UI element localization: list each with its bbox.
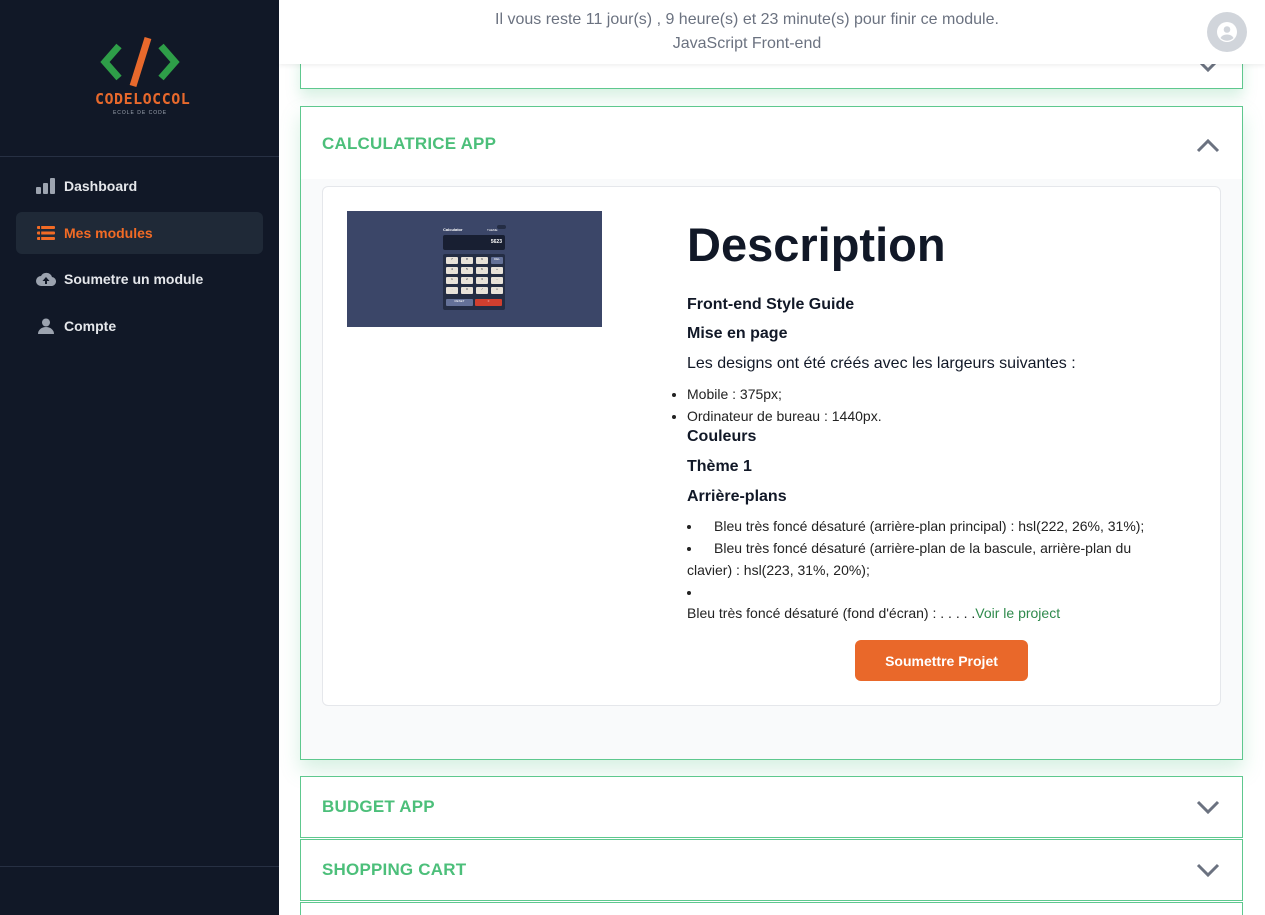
- preview-key: .: [446, 287, 458, 294]
- preview-key: 5: [461, 267, 473, 274]
- widths-list: Mobile : 375px; Ordinateur de bureau : 1…: [687, 383, 1187, 427]
- backgrounds-heading: Arrière-plans: [687, 488, 787, 505]
- accordion-title: CALCULATRICE APP: [322, 134, 497, 153]
- preview-key: -: [491, 277, 503, 284]
- submit-project-button[interactable]: Soumettre Projet: [855, 640, 1028, 681]
- sidebar: CODELOCCOL ECOLE DE CODE Dashboard Mes m…: [0, 0, 279, 915]
- accordion-header[interactable]: CALCULATRICE APP: [301, 107, 1242, 179]
- avatar[interactable]: [1207, 12, 1247, 52]
- layout-text: Les designs ont été créés avec les large…: [687, 355, 1076, 372]
- list-item: Bleu très foncé désaturé (arrière-plan d…: [323, 537, 1177, 581]
- list-item: Mobile : 375px;: [687, 383, 1187, 405]
- preview-reset-key: RESET: [446, 299, 473, 306]
- brand-name: CODELOCCOL: [95, 90, 191, 108]
- accordion-next-module[interactable]: [300, 902, 1243, 915]
- user-icon: [36, 316, 56, 336]
- sidebar-item-compte[interactable]: Compte: [16, 305, 263, 347]
- top-bar: Il vous reste 11 jour(s) , 9 heure(s) et…: [279, 0, 1265, 64]
- truncated-description: Bleu très foncé désaturé (fond d'écran) …: [687, 605, 1060, 621]
- preview-display-value: 5623: [490, 239, 502, 245]
- preview-key: 6: [476, 267, 488, 274]
- preview-key: DEL: [491, 257, 503, 264]
- see-project-link[interactable]: Voir le project: [975, 605, 1060, 621]
- preview-display: 5623: [443, 235, 505, 250]
- cloud-upload-icon: [36, 269, 56, 289]
- preview-key: 0: [461, 287, 473, 294]
- sidebar-divider: [0, 866, 279, 867]
- preview-key: 8: [461, 257, 473, 264]
- preview-keypad: 7 8 9 DEL 4 5 6 + 1 2 3 - . 0 / x RESET …: [443, 254, 505, 310]
- time-remaining-text: Il vous reste 11 jour(s) , 9 heure(s) et…: [495, 11, 999, 28]
- sidebar-item-mes-modules[interactable]: Mes modules: [16, 212, 263, 254]
- preview-key: 9: [476, 257, 488, 264]
- truncated-text: Bleu très foncé désaturé (fond d'écran) …: [687, 605, 976, 621]
- bar-chart-icon: [36, 176, 56, 196]
- list-item-empty: [687, 581, 1177, 603]
- preview-title: Calculator: [443, 227, 463, 232]
- layout-heading: Mise en page: [687, 325, 788, 342]
- sidebar-item-label: Mes modules: [64, 225, 153, 241]
- preview-key: +: [491, 267, 503, 274]
- code-brackets-icon: [100, 36, 180, 88]
- colors-heading: Couleurs: [687, 428, 757, 445]
- style-guide-heading: Front-end Style Guide: [687, 296, 855, 313]
- sidebar-item-dashboard[interactable]: Dashboard: [16, 165, 263, 207]
- project-preview-image: Calculator THEME 5623 7 8 9 DEL 4 5 6 + …: [347, 211, 602, 327]
- preview-key: 7: [446, 257, 458, 264]
- user-circle-icon: [1217, 22, 1237, 42]
- module-name: JavaScript Front-end: [672, 35, 822, 52]
- theme-heading: Thème 1: [687, 458, 752, 475]
- backgrounds-list: Bleu très foncé désaturé (arrière-plan p…: [687, 515, 1177, 603]
- preview-theme-label: THEME: [487, 228, 498, 232]
- preview-key: 3: [476, 277, 488, 284]
- preview-key: x: [491, 287, 503, 294]
- list-item: Bleu très foncé désaturé (arrière-plan p…: [323, 515, 1177, 537]
- project-card: Calculator THEME 5623 7 8 9 DEL 4 5 6 + …: [322, 186, 1221, 706]
- brand-logo[interactable]: CODELOCCOL ECOLE DE CODE: [95, 32, 191, 122]
- list-icon: [36, 223, 56, 243]
- list-item: Ordinateur de bureau : 1440px.: [687, 405, 1187, 427]
- preview-theme-toggle: [497, 225, 506, 229]
- sidebar-item-label: Soumetre un module: [64, 271, 204, 287]
- chevron-down-icon[interactable]: [1194, 861, 1222, 881]
- chevron-up-icon[interactable]: [1194, 135, 1222, 155]
- sidebar-item-soumetre-module[interactable]: Soumetre un module: [16, 258, 263, 300]
- accordion-budget-app[interactable]: BUDGET APP: [300, 776, 1243, 838]
- description-heading: Description: [687, 218, 946, 271]
- accordion-title: BUDGET APP: [322, 797, 435, 816]
- accordion-shopping-cart[interactable]: SHOPPING CART: [300, 839, 1243, 901]
- sidebar-item-label: Dashboard: [64, 178, 138, 194]
- preview-key: /: [476, 287, 488, 294]
- sidebar-item-label: Compte: [64, 318, 117, 334]
- accordion-title: SHOPPING CART: [322, 860, 467, 879]
- sidebar-divider: [0, 156, 279, 157]
- preview-key: 2: [461, 277, 473, 284]
- preview-key: 1: [446, 277, 458, 284]
- chevron-down-icon[interactable]: [1194, 798, 1222, 818]
- preview-key: 4: [446, 267, 458, 274]
- brand-tagline: ECOLE DE CODE: [112, 110, 168, 116]
- preview-equals-key: =: [475, 299, 502, 306]
